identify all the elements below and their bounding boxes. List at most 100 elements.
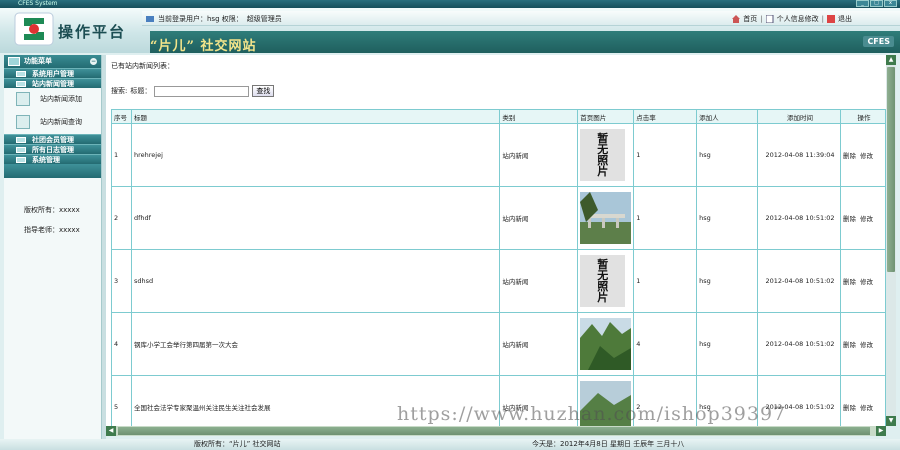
cell-no: 3	[111, 249, 132, 313]
cell-title: dfhdf	[130, 186, 501, 250]
cell-time: 2012-04-08 10:51:02	[757, 312, 841, 376]
delete-link[interactable]: 删除	[843, 341, 856, 349]
col-clicks: 点击率	[633, 109, 698, 124]
news-table: 序号 标题 类别 首页图片 点击率 添加人 添加时间 操作 1 hrehreje…	[111, 109, 886, 435]
vertical-scroll-thumb[interactable]	[887, 67, 895, 272]
delete-link[interactable]: 删除	[843, 278, 856, 286]
edit-link[interactable]: 修改	[860, 341, 873, 349]
news-add-icon	[16, 92, 30, 106]
close-button[interactable]: x	[884, 0, 897, 7]
menu-icon	[8, 57, 20, 66]
horizontal-scroll-thumb[interactable]	[118, 427, 870, 435]
cell-clicks: 1	[633, 249, 698, 313]
scroll-right-icon[interactable]: ▶	[876, 426, 886, 436]
sidebar-subitem-news-add[interactable]: 站内新闻添加	[4, 88, 101, 111]
col-image: 首页图片	[577, 109, 635, 124]
cell-author: hsg	[696, 312, 759, 376]
cell-title: 钢库小学工会举行第四届第一次大会	[130, 312, 501, 376]
cell-ops: 删除 修改	[840, 123, 886, 187]
cell-no: 1	[111, 123, 132, 187]
profile-edit-icon	[765, 14, 774, 24]
cell-ops: 删除 修改	[840, 186, 886, 250]
table-row: 4 钢库小学工会举行第四届第一次大会 站内新闻 4 hsg 2012-04-08…	[111, 312, 886, 376]
sidebar-item-system[interactable]: 系统管理	[4, 154, 101, 164]
login-label: 当前登录用户：hsg 权限：	[158, 15, 243, 23]
logout-link[interactable]: 退出	[838, 14, 852, 24]
title-search-input[interactable]	[154, 85, 250, 97]
profile-edit-link[interactable]: 个人信息修改	[777, 14, 819, 24]
role-label: 超级管理员	[246, 15, 282, 23]
cell-no: 2	[111, 186, 132, 250]
cell-title: hrehrejej	[130, 123, 501, 187]
scroll-up-icon[interactable]: ▲	[886, 55, 896, 65]
cell-time: 2012-04-08 10:51:02	[757, 186, 841, 250]
sidebar-subitem-news-query[interactable]: 站内新闻查询	[4, 111, 101, 134]
table-row: 2 dfhdf 站内新闻 1 hsg 2012-04-08 10:51:02 删…	[111, 186, 886, 250]
cell-category: 站内新闻	[499, 123, 579, 187]
cell-image	[577, 186, 635, 250]
footer-copyright: 版权所有：“片儿” 社交网站	[194, 440, 281, 448]
col-time: 添加时间	[757, 109, 841, 124]
login-info: 当前登录用户：hsg 权限： 超级管理员	[146, 14, 282, 24]
col-no: 序号	[111, 109, 132, 124]
title-label: 标题：	[130, 87, 152, 95]
cell-ops: 删除 修改	[840, 312, 886, 376]
menu-header: 功能菜单 Navigation −	[4, 55, 101, 71]
edit-link[interactable]: 修改	[860, 404, 873, 412]
site-banner: “片儿” 社交网站 CFES	[150, 31, 900, 54]
no-photo-placeholder: 暂无照片	[580, 255, 626, 307]
cell-category: 站内新闻	[499, 312, 579, 376]
home-link[interactable]: 首页	[743, 14, 757, 24]
folder-icon	[16, 137, 26, 143]
search-button[interactable]: 查找	[252, 85, 275, 97]
cell-clicks: 4	[633, 312, 698, 376]
sidebar-item-system-users[interactable]: 系统用户管理	[4, 68, 101, 78]
list-title: 已有站内新闻列表：	[111, 62, 174, 70]
cell-image: 暂无照片	[577, 249, 635, 313]
cell-clicks: 1	[633, 123, 698, 187]
no-photo-placeholder: 暂无照片	[580, 129, 626, 181]
maximize-button[interactable]: □	[870, 0, 883, 7]
window-title: CFES System	[18, 0, 58, 7]
delete-link[interactable]: 删除	[843, 404, 856, 412]
col-author: 添加人	[696, 109, 759, 124]
delete-link[interactable]: 删除	[843, 215, 856, 223]
sidebar-item-news[interactable]: 站内新闻管理	[4, 78, 101, 88]
scroll-down-icon[interactable]: ▼	[886, 416, 896, 426]
folder-icon	[16, 71, 26, 77]
main-content: 已有站内新闻列表： 搜索: 标题： 查找 序号 标题 类别 首页图片 点击率 添…	[106, 55, 886, 435]
logo-icon	[14, 12, 54, 46]
copyright-text: 版权所有：xxxxx	[24, 206, 80, 214]
cell-author: hsg	[696, 249, 759, 313]
col-category: 类别	[499, 109, 579, 124]
edit-link[interactable]: 修改	[860, 152, 873, 160]
vertical-scrollbar[interactable]: ▲ ▼	[886, 55, 896, 426]
window-titlebar: CFES System _ □ x	[0, 0, 900, 8]
cell-time: 2012-04-08 10:51:02	[757, 249, 841, 313]
delete-link[interactable]: 删除	[843, 152, 856, 160]
cell-category: 站内新闻	[499, 249, 579, 313]
sidebar-item-logs[interactable]: 所有日志管理	[4, 144, 101, 154]
news-query-icon	[16, 115, 30, 129]
edit-link[interactable]: 修改	[860, 278, 873, 286]
col-title: 标题	[130, 109, 501, 124]
collapse-icon[interactable]: −	[90, 58, 97, 65]
scroll-left-icon[interactable]: ◀	[106, 426, 116, 436]
table-row: 1 hrehrejej 站内新闻 暂无照片 1 hsg 2012-04-08 1…	[111, 123, 886, 187]
window-controls: _ □ x	[856, 0, 897, 7]
header: 操作平台 当前登录用户：hsg 权限： 超级管理员 首页 | 个人信息修改 | …	[0, 8, 900, 54]
top-links: 首页 | 个人信息修改 | 退出	[732, 14, 852, 24]
table-header-row: 序号 标题 类别 首页图片 点击率 添加人 添加时间 操作	[111, 109, 886, 124]
bridge-photo	[580, 192, 632, 244]
edit-link[interactable]: 修改	[860, 215, 873, 223]
brand-name: 操作平台	[58, 23, 127, 41]
minimize-button[interactable]: _	[856, 0, 869, 7]
cell-title: sdhsd	[130, 249, 501, 313]
sidebar-item-members[interactable]: 社团会员管理	[4, 134, 101, 144]
footer-date: 今天是：2012年4月8日 星期日 壬辰年 三月十八	[532, 440, 685, 448]
col-ops: 操作	[840, 109, 886, 124]
search-bar: 搜索: 标题： 查找	[111, 85, 275, 97]
horizontal-scrollbar[interactable]: ◀ ▶	[106, 426, 886, 436]
sidebar: 功能菜单 Navigation − 系统用户管理 站内新闻管理 站内新闻添加 站…	[4, 55, 102, 439]
folder-icon	[16, 157, 26, 163]
